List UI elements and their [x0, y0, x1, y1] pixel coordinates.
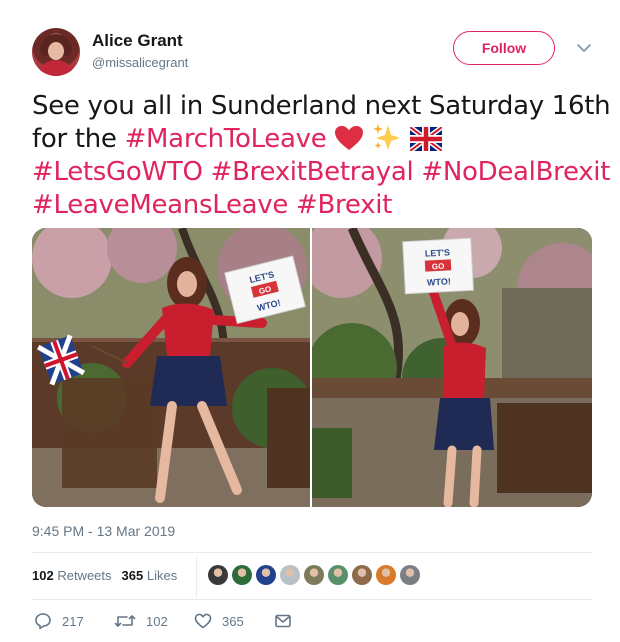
heart-emoji-icon [335, 126, 364, 150]
hashtag-link[interactable]: #BrexitBetrayal [211, 157, 414, 187]
tweet-timestamp[interactable]: 9:45 PM - 13 Mar 2019 [32, 523, 175, 539]
retweet-icon [114, 615, 136, 627]
liker-avatar[interactable] [208, 565, 228, 585]
retweet-count: 102 [146, 613, 168, 629]
hashtag-link[interactable]: #LeaveMeansLeave [32, 190, 288, 220]
hashtag-link[interactable]: #Brexit [296, 190, 392, 220]
tweet-text-line: See you all in Sunderland next Saturday … [32, 90, 611, 123]
liker-avatar[interactable] [376, 565, 396, 585]
tweet-text-line: #LetsGoWTO #BrexitBetrayal #NoDealBrexit [32, 156, 610, 189]
likers-avatars [208, 565, 420, 585]
tweet-text-segment: See you all in Sunderland next Saturday … [32, 91, 611, 121]
tweet-photo-left[interactable]: LET'S GO WTO! [32, 228, 310, 507]
reply-icon [35, 613, 51, 630]
tweet-photo-right[interactable]: LET'S GO WTO! [312, 228, 592, 507]
direct-message-button[interactable] [274, 612, 292, 630]
tweet-text-segment [288, 190, 296, 220]
tweet-text: See you all in Sunderland next Saturday … [32, 90, 611, 222]
stats-separator [196, 556, 197, 598]
liker-avatar[interactable] [400, 565, 420, 585]
like-button[interactable]: 365 [194, 612, 244, 630]
profile-avatar[interactable] [32, 28, 80, 76]
like-count: 365 [222, 613, 244, 629]
hashtag-link[interactable]: #NoDealBrexit [421, 157, 610, 187]
hashtag-link[interactable]: #MarchToLeave [125, 124, 327, 154]
tweet-text-segment [326, 124, 334, 154]
retweet-button[interactable]: 102 [114, 612, 168, 630]
follow-button[interactable]: Follow [453, 31, 555, 65]
reply-button[interactable]: 217 [34, 612, 84, 630]
likes-stat[interactable]: 365 Likes [122, 568, 178, 583]
chevron-down-icon[interactable] [576, 42, 592, 54]
uk-flag-emoji-icon [410, 127, 443, 151]
svg-text:GO: GO [432, 262, 445, 272]
liker-avatar[interactable] [304, 565, 324, 585]
hashtag-link[interactable]: #LetsGoWTO [32, 157, 203, 187]
retweets-stat[interactable]: 102 Retweets [32, 568, 112, 583]
liker-avatar[interactable] [256, 565, 276, 585]
author-display-name[interactable]: Alice Grant [92, 31, 183, 51]
liker-avatar[interactable] [280, 565, 300, 585]
reply-count: 217 [62, 613, 84, 629]
author-handle[interactable]: @missalicegrant [92, 55, 188, 70]
sparkles-emoji-icon [373, 124, 401, 150]
tweet-text-segment [203, 157, 211, 187]
tweet-text-line: for the #MarchToLeave [32, 123, 592, 156]
liker-avatar[interactable] [328, 565, 348, 585]
envelope-icon [275, 614, 291, 628]
liker-avatar[interactable] [352, 565, 372, 585]
svg-text:WTO!: WTO! [427, 276, 451, 287]
tweet-text-line: #LeaveMeansLeave #Brexit [32, 189, 592, 222]
tweet-text-segment: for the [32, 124, 125, 154]
svg-text:LET'S: LET'S [425, 247, 451, 258]
liker-avatar[interactable] [232, 565, 252, 585]
heart-icon [194, 613, 212, 629]
divider [32, 599, 592, 600]
tweet-stats: 102 Retweets 365 Likes [32, 568, 177, 583]
divider [32, 552, 592, 553]
